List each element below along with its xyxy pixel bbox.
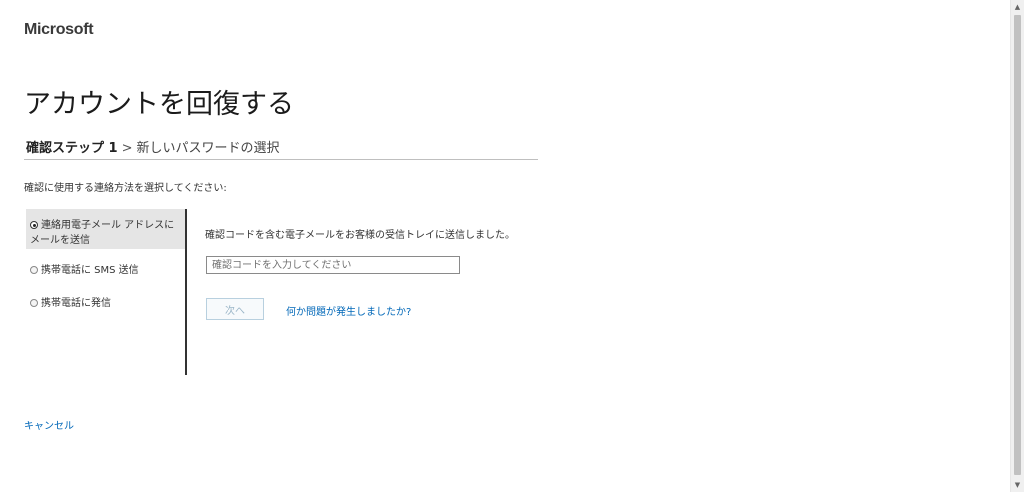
- method-option-email[interactable]: 連絡用電子メール アドレスにメールを送信: [26, 209, 185, 249]
- method-option-sms[interactable]: 携帯電話に SMS 送信: [26, 249, 185, 287]
- triangle-up-icon[interactable]: ▲: [1011, 0, 1024, 14]
- scrollbar-thumb[interactable]: [1014, 15, 1021, 475]
- verification-code-input[interactable]: [206, 256, 460, 274]
- radio-selected-icon[interactable]: [30, 221, 38, 229]
- radio-unselected-icon[interactable]: [30, 266, 38, 274]
- email-sent-message: 確認コードを含む電子メールをお客様の受信トレイに送信しました。: [205, 230, 515, 241]
- breadcrumb-separator: >: [121, 141, 133, 156]
- contact-method-list: 連絡用電子メール アドレスにメールを送信 携帯電話に SMS 送信 携帯電話に発…: [26, 209, 187, 375]
- method-option-label: 携帯電話に発信: [41, 298, 111, 309]
- vertical-scrollbar[interactable]: ▲ ▼: [1010, 0, 1024, 492]
- instruction-text: 確認に使用する連絡方法を選択してください:: [24, 183, 227, 194]
- radio-unselected-icon[interactable]: [30, 299, 38, 307]
- microsoft-logo: Microsoft: [24, 21, 94, 38]
- next-button[interactable]: 次へ: [206, 298, 264, 320]
- method-option-label: 連絡用電子メール アドレスにメールを送信: [30, 220, 175, 246]
- method-option-call[interactable]: 携帯電話に発信: [26, 287, 185, 327]
- breadcrumb: 確認ステップ 1 > 新しいパスワードの選択: [26, 137, 537, 156]
- breadcrumb-next-step: 新しいパスワードの選択: [136, 141, 280, 156]
- account-recovery-page: Microsoft アカウントを回復する 確認ステップ 1 > 新しいパスワードの選…: [0, 0, 1024, 492]
- triangle-down-icon[interactable]: ▼: [1011, 478, 1024, 492]
- method-option-label: 携帯電話に SMS 送信: [41, 265, 139, 276]
- trouble-help-link[interactable]: 何か問題が発生しましたか?: [286, 303, 411, 318]
- breadcrumb-divider: [24, 159, 538, 160]
- breadcrumb-current-step: 確認ステップ 1: [26, 141, 118, 156]
- cancel-link[interactable]: キャンセル: [24, 417, 74, 432]
- page-title: アカウントを回復する: [24, 89, 294, 120]
